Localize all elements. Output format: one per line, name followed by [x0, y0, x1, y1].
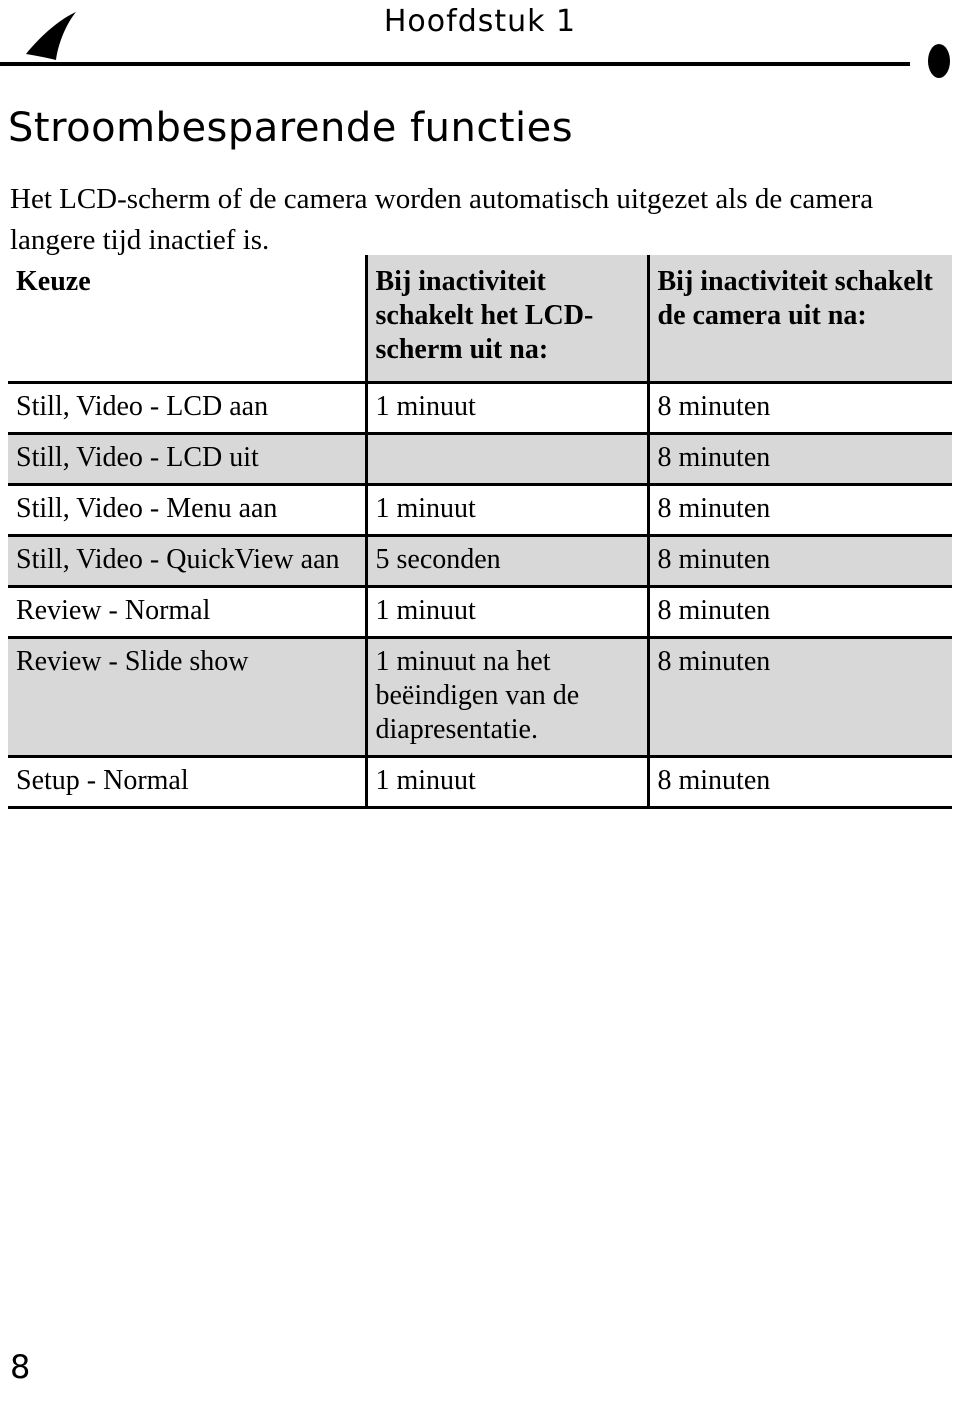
- header-cell-camera: Bij inactiviteit schakelt de camera uit …: [646, 255, 952, 383]
- power-save-table: Keuze Bij inactiviteit schakelt het LCD-…: [8, 255, 952, 809]
- header-divider: [0, 62, 910, 66]
- page-title: Stroombesparende functies: [8, 104, 574, 151]
- header-cell-choice: Keuze: [8, 255, 366, 383]
- cell-lcd: 1 minuut: [364, 756, 648, 808]
- cell-choice: Still, Video - LCD aan: [8, 382, 366, 434]
- cell-camera: 8 minuten: [646, 637, 952, 757]
- cell-lcd: [364, 433, 648, 485]
- cell-choice: Setup - Normal: [8, 756, 366, 808]
- table-row: Still, Video - LCD uit 8 minuten: [8, 433, 952, 485]
- page-header: Hoofdstuk 1: [0, 0, 960, 78]
- page-marker-dot-icon: [928, 44, 950, 78]
- cell-choice: Review - Slide show: [8, 637, 366, 757]
- table-row: Setup - Normal 1 minuut 8 minuten: [8, 756, 952, 808]
- cell-choice: Still, Video - LCD uit: [8, 433, 366, 485]
- intro-paragraph: Het LCD-scherm of de camera worden autom…: [10, 183, 874, 256]
- header-cell-lcd: Bij inactiviteit schakelt het LCD-scherm…: [364, 255, 648, 383]
- table-row: Still, Video - QuickView aan 5 seconden …: [8, 535, 952, 587]
- cell-lcd: 1 minuut: [364, 586, 648, 638]
- cell-choice: Still, Video - Menu aan: [8, 484, 366, 536]
- table-row: Review - Normal 1 minuut 8 minuten: [8, 586, 952, 638]
- table-header-row: Keuze Bij inactiviteit schakelt het LCD-…: [8, 255, 952, 383]
- cell-lcd: 1 minuut na het beëindigen van de diapre…: [364, 637, 648, 757]
- cell-camera: 8 minuten: [646, 433, 952, 485]
- cell-choice: Review - Normal: [8, 586, 366, 638]
- cell-camera: 8 minuten: [646, 382, 952, 434]
- cell-camera: 8 minuten: [646, 586, 952, 638]
- cell-camera: 8 minuten: [646, 484, 952, 536]
- cell-lcd: 1 minuut: [364, 484, 648, 536]
- chapter-label: Hoofdstuk 1: [383, 4, 577, 39]
- cell-camera: 8 minuten: [646, 756, 952, 808]
- cell-choice: Still, Video - QuickView aan: [8, 535, 366, 587]
- cell-lcd: 1 minuut: [364, 382, 648, 434]
- page-number: 8: [10, 1348, 31, 1386]
- table-row: Review - Slide show 1 minuut na het beëi…: [8, 637, 952, 757]
- cell-lcd: 5 seconden: [364, 535, 648, 587]
- table-row: Still, Video - LCD aan 1 minuut 8 minute…: [8, 382, 952, 434]
- cell-camera: 8 minuten: [646, 535, 952, 587]
- table-row: Still, Video - Menu aan 1 minuut 8 minut…: [8, 484, 952, 536]
